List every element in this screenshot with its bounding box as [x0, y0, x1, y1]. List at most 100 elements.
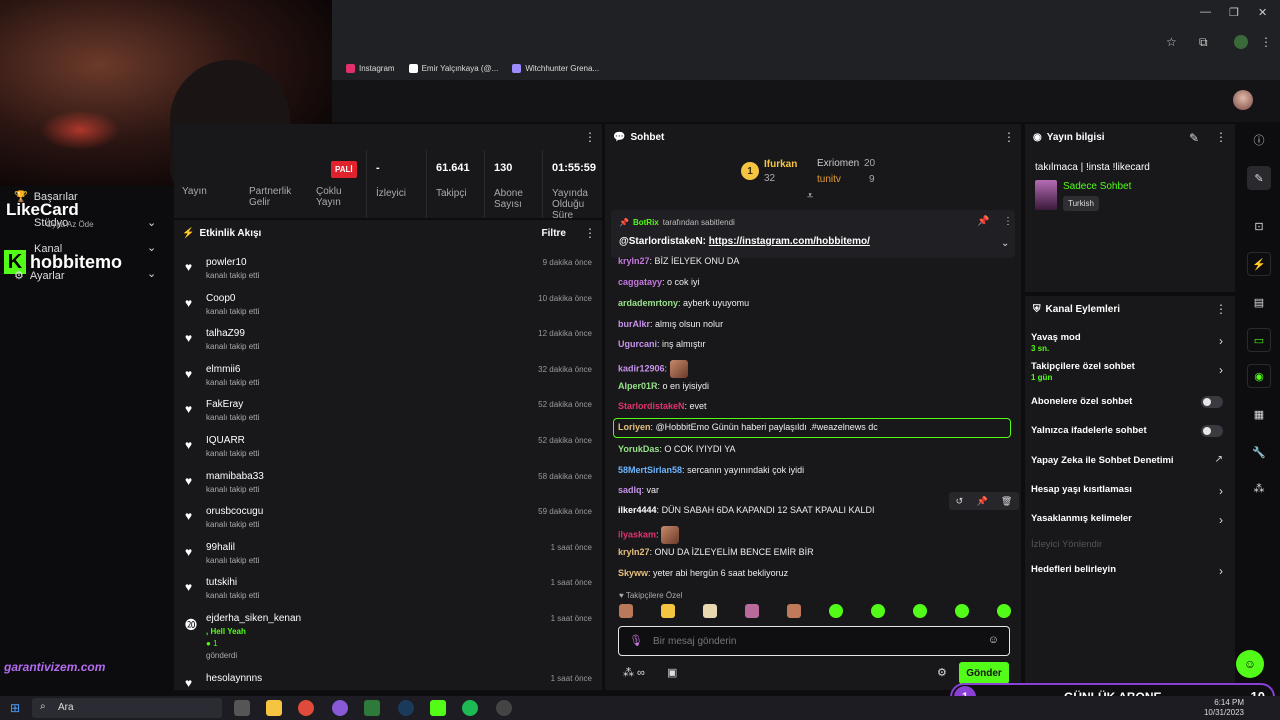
activity-username[interactable]: hesolaynnns [206, 673, 262, 684]
chat-input[interactable]: 🎙 Bir mesaj gönderin ☺ [618, 626, 1010, 656]
task-view-icon[interactable] [234, 700, 250, 716]
chat-username[interactable]: Alper01R [618, 381, 658, 391]
chevron-down-icon[interactable]: ⌄ [147, 241, 156, 254]
gear-icon[interactable]: ⚙ [937, 666, 947, 679]
chat-username[interactable]: ilyaskam [618, 529, 656, 539]
broadcast-icon[interactable]: ◉ [1247, 364, 1271, 388]
trash-icon[interactable]: 🗑 [1001, 496, 1012, 507]
action-banned-words[interactable]: Yasaklanmış kelimeler [1031, 513, 1132, 524]
expand-icon[interactable]: ⩡ [807, 190, 813, 203]
close-icon[interactable]: ✕ [1258, 6, 1267, 19]
windows-start-icon[interactable]: ⊞ [10, 701, 20, 715]
action-follower-chat[interactable]: Takipçilere özel sohbet [1031, 361, 1135, 372]
app-icon[interactable] [364, 700, 380, 716]
more-icon[interactable]: ⋮ [584, 130, 596, 144]
emote-icon[interactable] [913, 604, 927, 618]
info-icon[interactable]: ⓘ [1247, 128, 1271, 152]
minimize-icon[interactable]: — [1200, 6, 1211, 18]
chat-username[interactable]: burAlkr [618, 319, 650, 329]
pencil-icon[interactable]: ✎ [1247, 166, 1271, 190]
activity-username[interactable]: FakEray [206, 399, 243, 410]
chat-username[interactable]: Skyww [618, 568, 648, 578]
chevron-right-icon[interactable]: › [1219, 363, 1223, 377]
more-icon[interactable]: ⋮ [1003, 130, 1015, 144]
menu-icon[interactable]: ⋮ [1260, 35, 1272, 49]
support-icon[interactable]: ☺ [1236, 650, 1264, 678]
action-ai-moderation[interactable]: Yapay Zeka ile Sohbet Denetimi [1031, 455, 1174, 466]
emoji-icon[interactable]: ☺ [988, 634, 999, 646]
action-goals[interactable]: Hedefleri belirleyin [1031, 564, 1116, 575]
community-icon[interactable]: ⁂ [1247, 476, 1271, 500]
crop-icon[interactable]: ⊡ [1247, 214, 1271, 238]
chat-username[interactable]: 58MertSirlan58 [618, 465, 682, 475]
activity-username[interactable]: elmmii6 [206, 364, 240, 375]
star-icon[interactable]: ☆ [1166, 35, 1177, 49]
activity-username[interactable]: powler10 [206, 257, 247, 268]
activity-username[interactable]: ejderha_siken_kenan [206, 613, 301, 624]
more-icon[interactable]: ⋮ [1003, 216, 1013, 227]
leaderboard-second-name[interactable]: Exriomen [817, 158, 859, 169]
emote-chat-toggle[interactable] [1201, 425, 1223, 437]
pinned-link[interactable]: https://instagram.com/hobbitemo/ [709, 236, 870, 247]
chevron-down-icon[interactable]: ⌄ [1001, 238, 1009, 249]
emote-icon[interactable] [619, 604, 633, 618]
points-icon[interactable]: ⁂ ∞ [623, 666, 645, 679]
emote-icon[interactable] [745, 604, 759, 618]
chat-icon[interactable]: ▭ [1247, 328, 1271, 352]
pinned-author[interactable]: @StarlordistakeN [619, 236, 703, 247]
chrome-icon[interactable] [298, 700, 314, 716]
bookmark-witchhunter[interactable]: Witchhunter Grena... [512, 63, 599, 73]
external-link-icon[interactable]: ↗ [1215, 454, 1223, 465]
chat-username[interactable]: ilker4444 [618, 505, 657, 515]
discord-icon[interactable] [332, 700, 348, 716]
lightning-icon[interactable]: ⚡ [1247, 252, 1271, 276]
action-emote-chat[interactable]: Yalnızca ifadelerle sohbet [1031, 425, 1147, 436]
emote-icon[interactable] [829, 604, 843, 618]
pin-icon[interactable]: 📌 [976, 496, 987, 507]
action-slow-mode[interactable]: Yavaş mod [1031, 332, 1081, 343]
undo-icon[interactable]: ↺ [956, 496, 964, 507]
edit-icon[interactable]: ✎ [1189, 131, 1199, 145]
emote-icon[interactable] [661, 604, 675, 618]
layout-icon[interactable]: ▦ [1247, 402, 1271, 426]
filter-button[interactable]: Filtre [542, 228, 566, 239]
chat-username[interactable]: caggatayy [618, 277, 662, 287]
unpin-icon[interactable]: 📌 [977, 216, 989, 227]
more-icon[interactable]: ⋮ [584, 226, 596, 240]
wrench-icon[interactable]: 🔧 [1247, 440, 1271, 464]
avatar[interactable] [1233, 90, 1253, 110]
file-explorer-icon[interactable] [266, 700, 282, 716]
chat-username[interactable]: kryln27 [618, 256, 650, 266]
taskbar-search[interactable]: ⌕ Ara [32, 698, 222, 718]
chevron-down-icon[interactable]: ⌄ [147, 216, 156, 229]
extensions-icon[interactable]: ⧉ [1199, 35, 1208, 50]
chat-username[interactable]: Ugurcani [618, 339, 657, 349]
more-icon[interactable]: ⋮ [1215, 130, 1227, 144]
activity-username[interactable]: orusbcocugu [206, 506, 263, 517]
chevron-down-icon[interactable]: ⌄ [147, 267, 156, 280]
chevron-right-icon[interactable]: › [1219, 513, 1223, 527]
activity-username[interactable]: talhaZ99 [206, 328, 245, 339]
bookmark-x[interactable]: Emir Yalçınkaya (@... [408, 63, 498, 73]
chat-username[interactable]: sadlq [618, 485, 642, 495]
action-account-age[interactable]: Hesap yaşı kısıtlaması [1031, 484, 1132, 495]
emote-icon[interactable] [703, 604, 717, 618]
chevron-right-icon[interactable]: › [1219, 334, 1223, 348]
leaderboard-first-name[interactable]: Ifurkan [764, 159, 797, 170]
chat-username[interactable]: kryln27 [618, 547, 650, 557]
chevron-right-icon[interactable]: › [1219, 564, 1223, 578]
emote-icon[interactable] [955, 604, 969, 618]
more-icon[interactable]: ⋮ [1215, 302, 1227, 316]
maximize-icon[interactable]: ❐ [1229, 6, 1239, 19]
obs-icon[interactable] [496, 700, 512, 716]
spotify-icon[interactable] [462, 700, 478, 716]
profile-icon[interactable] [1234, 35, 1248, 49]
activity-username[interactable]: tutskihi [206, 577, 237, 588]
sub-chat-toggle[interactable] [1201, 396, 1223, 408]
chat-username[interactable]: kadir12906 [618, 363, 665, 373]
kick-icon[interactable] [430, 700, 446, 716]
chat-username[interactable]: Loriyen [618, 422, 651, 432]
chat-username[interactable]: YorukDas [618, 444, 659, 454]
action-sub-chat[interactable]: Abonelere özel sohbet [1031, 396, 1132, 407]
bookmark-instagram[interactable]: Instagram [346, 63, 395, 73]
